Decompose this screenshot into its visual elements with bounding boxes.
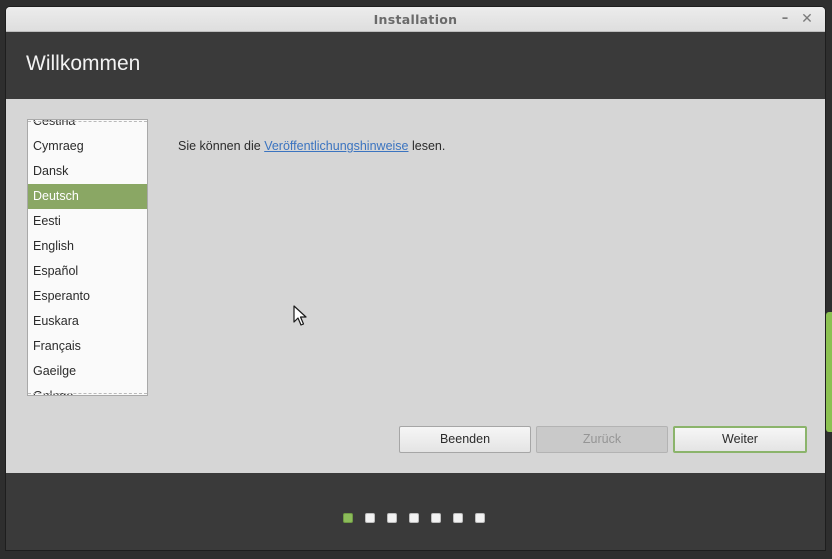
language-item-francais[interactable]: Français (28, 334, 147, 359)
scroll-edge-bottom (28, 393, 147, 394)
language-item-espanol[interactable]: Español (28, 259, 147, 284)
step-dot-1 (343, 513, 353, 523)
window-title: Installation (373, 12, 458, 27)
desktop: Installation – ✕ Willkommen Čeština Cymr… (0, 0, 832, 559)
language-item-english[interactable]: English (28, 234, 147, 259)
mouse-pointer-icon (293, 305, 307, 326)
step-dot-7 (475, 513, 485, 523)
release-notes-link[interactable]: Veröffentlichungshinweise (264, 139, 408, 153)
step-dot-4 (409, 513, 419, 523)
scroll-edge-top (28, 121, 147, 122)
minimize-icon[interactable]: – (776, 10, 794, 28)
footer (6, 473, 825, 550)
language-item-esperanto[interactable]: Esperanto (28, 284, 147, 309)
desktop-accent (826, 312, 832, 432)
step-dot-6 (453, 513, 463, 523)
language-item-euskara[interactable]: Euskara (28, 309, 147, 334)
language-list[interactable]: Čeština Cymraeg Dansk Deutsch Eesti Engl… (27, 119, 148, 396)
language-item-cymraeg[interactable]: Cymraeg (28, 134, 147, 159)
close-icon[interactable]: ✕ (798, 10, 816, 28)
page-title: Willkommen (26, 52, 141, 75)
language-item-gaeilge[interactable]: Gaeilge (28, 359, 147, 384)
language-list-items: Čeština Cymraeg Dansk Deutsch Eesti Engl… (28, 120, 147, 395)
main-content: Čeština Cymraeg Dansk Deutsch Eesti Engl… (6, 99, 825, 473)
quit-button[interactable]: Beenden (399, 426, 531, 453)
step-dot-2 (365, 513, 375, 523)
installer-window: Installation – ✕ Willkommen Čeština Cymr… (6, 7, 825, 550)
language-item-galego[interactable]: Galego (28, 384, 147, 395)
next-button[interactable]: Weiter (673, 426, 807, 453)
back-button[interactable]: Zurück (536, 426, 668, 453)
step-dot-5 (431, 513, 441, 523)
intro-text-after: lesen. (411, 139, 446, 153)
intro-text-before: Sie können die (178, 139, 261, 153)
language-item-deutsch[interactable]: Deutsch (28, 184, 147, 209)
language-item-eesti[interactable]: Eesti (28, 209, 147, 234)
step-dot-3 (387, 513, 397, 523)
titlebar[interactable]: Installation – ✕ (6, 7, 825, 32)
page-header: Willkommen (6, 32, 825, 99)
language-item-dansk[interactable]: Dansk (28, 159, 147, 184)
release-notes-text: Sie können die Veröffentlichungshinweise… (178, 139, 445, 153)
